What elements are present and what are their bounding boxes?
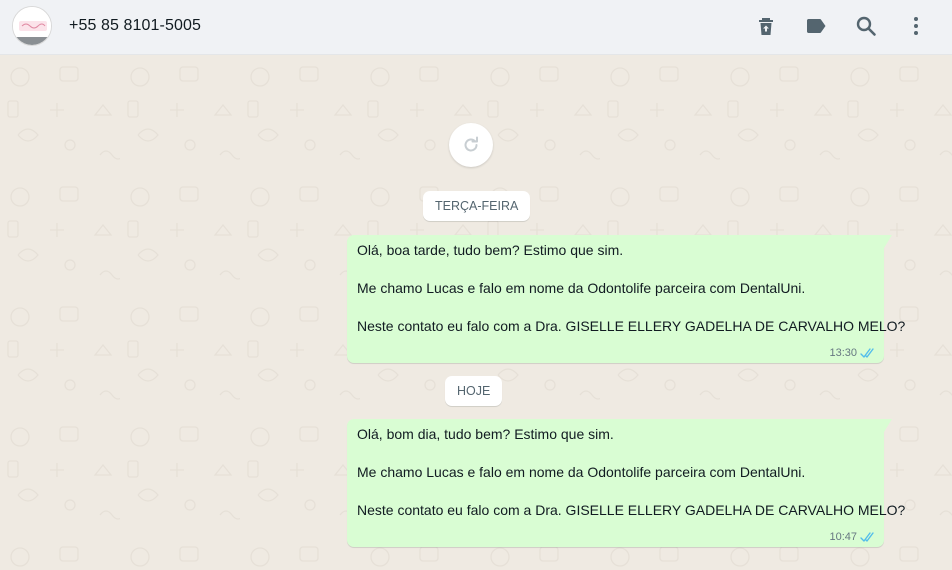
date-divider: TERÇA-FEIRA bbox=[423, 191, 531, 221]
load-more-button[interactable] bbox=[449, 123, 493, 167]
outgoing-message[interactable]: Olá, boa tarde, tudo bem? Estimo que sim… bbox=[347, 235, 906, 363]
bubble-tail bbox=[884, 235, 892, 248]
message-text: Olá, boa tarde, tudo bem? Estimo que sim… bbox=[357, 242, 624, 258]
contact-name[interactable]: +55 85 8101-5005 bbox=[69, 17, 201, 35]
bubble-tail bbox=[884, 419, 892, 432]
message-text: Neste contato eu falo com a Dra. GISELLE… bbox=[357, 318, 906, 334]
message-meta: 10:47 bbox=[829, 531, 876, 543]
double-check-icon bbox=[860, 531, 874, 542]
date-divider: HOJE bbox=[445, 376, 503, 406]
search-icon[interactable] bbox=[854, 14, 878, 38]
message-text: Neste contato eu falo com a Dra. GISELLE… bbox=[357, 502, 906, 518]
chat-header: +55 85 8101-5005 bbox=[0, 0, 952, 55]
message-meta: 13:30 bbox=[829, 347, 876, 359]
label-icon[interactable] bbox=[804, 14, 828, 38]
outgoing-message[interactable]: Olá, bom dia, tudo bem? Estimo que sim. … bbox=[347, 419, 906, 547]
chat-window: +55 85 8101-5005 TERÇA-FEIRA Olá, boa ta… bbox=[0, 0, 952, 570]
double-check-icon bbox=[860, 347, 874, 358]
message-time: 10:47 bbox=[829, 531, 857, 543]
message-time: 13:30 bbox=[829, 347, 857, 359]
avatar[interactable] bbox=[12, 6, 52, 46]
menu-icon[interactable] bbox=[904, 14, 928, 38]
refresh-icon bbox=[464, 136, 478, 152]
message-text: Olá, bom dia, tudo bem? Estimo que sim. bbox=[357, 426, 614, 442]
chat-area[interactable]: TERÇA-FEIRA Olá, boa tarde, tudo bem? Es… bbox=[0, 55, 952, 570]
message-text: Me chamo Lucas e falo em nome da Odontol… bbox=[357, 464, 806, 480]
delete-icon[interactable] bbox=[754, 14, 778, 38]
message-text: Me chamo Lucas e falo em nome da Odontol… bbox=[357, 280, 806, 296]
